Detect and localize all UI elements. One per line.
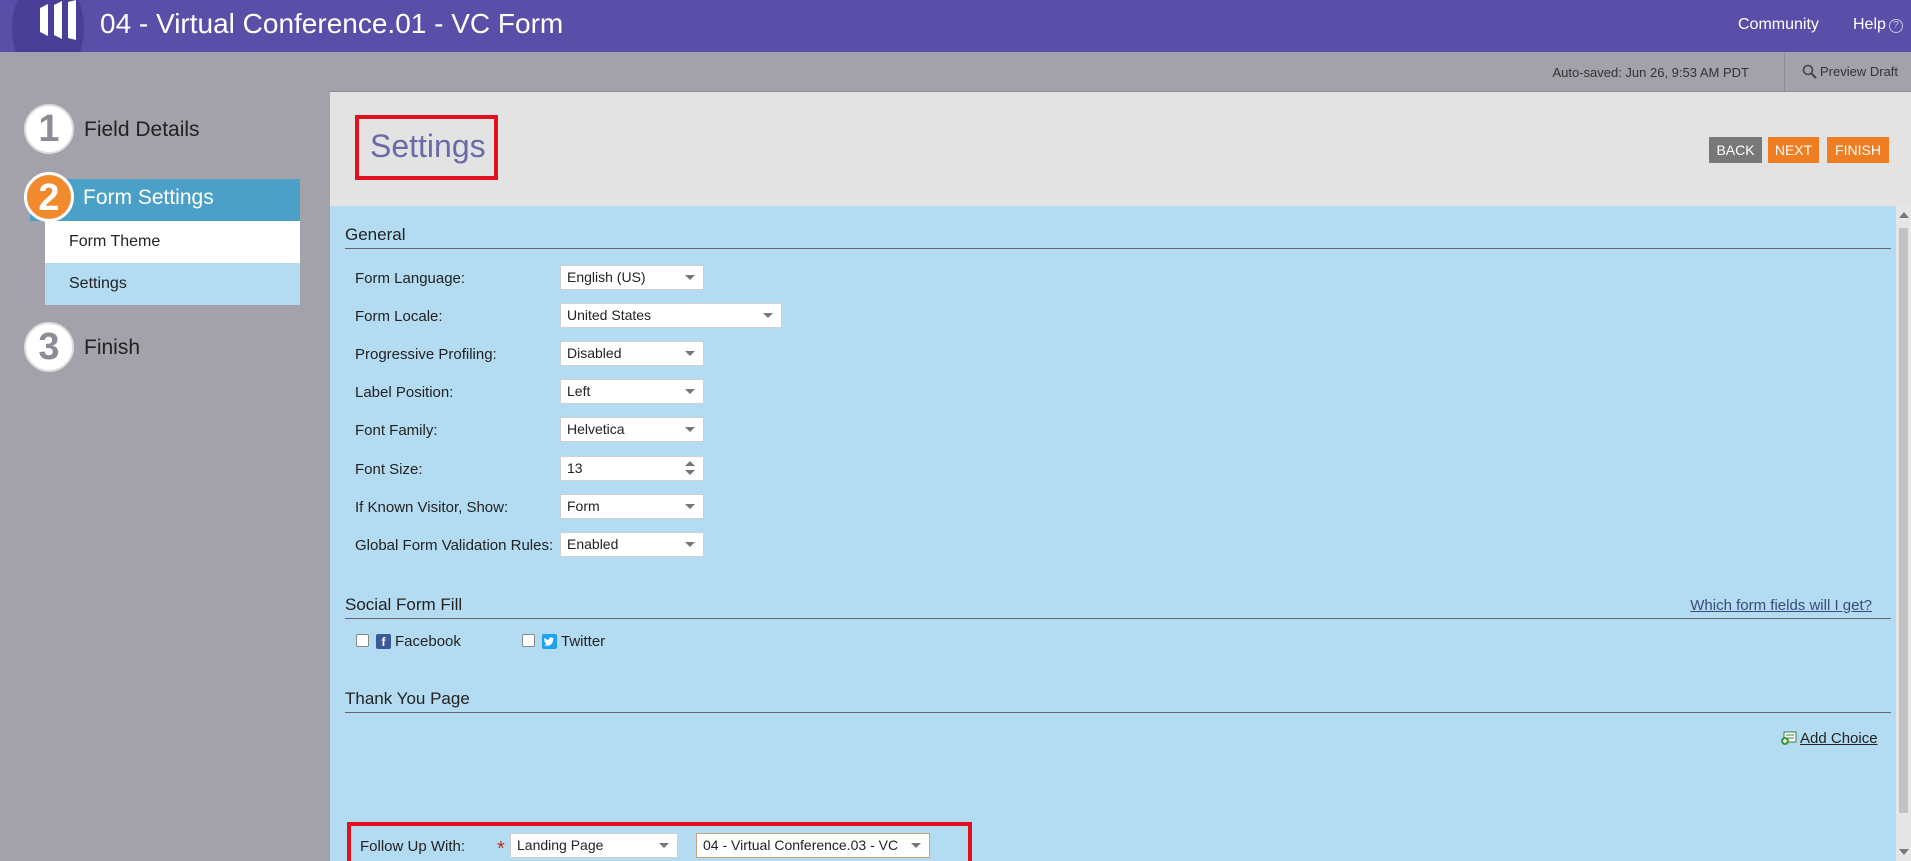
step-label: Form Settings xyxy=(83,186,214,209)
section-title-social: Social Form Fill xyxy=(345,595,463,614)
settings-header: Settings BACK NEXT FINISH xyxy=(330,92,1911,206)
preview-draft-button[interactable]: Preview Draft xyxy=(1784,52,1911,92)
follow-up-target-select[interactable]: 04 - Virtual Conference.03 - VC xyxy=(696,833,930,858)
app-title: 04 - Virtual Conference.01 - VC Form xyxy=(100,8,564,39)
select-value: Landing Page xyxy=(517,837,604,853)
form-language-label: Form Language: xyxy=(355,270,466,287)
facebook-checkbox[interactable] xyxy=(356,634,369,647)
select-value: Enabled xyxy=(567,536,619,552)
back-button[interactable]: BACK xyxy=(1709,137,1762,163)
scroll-thumb[interactable] xyxy=(1899,228,1908,813)
top-header: 04 - Virtual Conference.01 - VC Form Com… xyxy=(0,0,1911,80)
progressive-profiling-label: Progressive Profiling: xyxy=(355,346,497,363)
decrement-icon[interactable] xyxy=(685,470,695,475)
help-icon: ? xyxy=(1888,19,1903,33)
font-size-label: Font Size: xyxy=(355,461,423,478)
select-value: 04 - Virtual Conference.03 - VC xyxy=(703,837,899,853)
known-visitor-label: If Known Visitor, Show: xyxy=(355,499,509,516)
font-family-select[interactable]: Helvetica xyxy=(560,417,704,442)
known-visitor-select[interactable]: Form xyxy=(560,494,704,519)
twitter-checkbox[interactable] xyxy=(522,634,535,647)
stepper-value: 13 xyxy=(567,460,583,476)
community-link[interactable]: Community xyxy=(1738,16,1819,34)
progressive-profiling-select[interactable]: Disabled xyxy=(560,341,704,366)
substep-list: Form Theme Settings xyxy=(45,221,300,305)
scroll-up-icon[interactable] xyxy=(1899,212,1909,218)
twitter-icon xyxy=(542,634,557,649)
scroll-down-icon[interactable] xyxy=(1899,849,1909,855)
add-choice-link[interactable]: Add Choice xyxy=(1800,730,1878,747)
select-value: United States xyxy=(567,307,652,323)
chevron-down-icon xyxy=(763,313,773,318)
step-number: 2 xyxy=(24,172,74,222)
validation-rules-label: Global Form Validation Rules: xyxy=(355,537,554,554)
label-position-label: Label Position: xyxy=(355,384,454,401)
chevron-down-icon xyxy=(685,427,695,432)
facebook-label: Facebook xyxy=(395,633,461,650)
autosave-status: Auto-saved: Jun 26, 9:53 AM PDT xyxy=(1552,65,1749,80)
help-label: Help xyxy=(1853,16,1886,33)
section-divider xyxy=(345,248,1891,249)
next-button[interactable]: NEXT xyxy=(1768,137,1819,163)
step-number: 1 xyxy=(24,104,74,154)
font-family-label: Font Family: xyxy=(355,422,438,439)
content-scrollbar[interactable] xyxy=(1896,206,1911,861)
form-locale-select[interactable]: United States xyxy=(560,303,782,328)
preview-label: Preview Draft xyxy=(1820,64,1899,79)
substep-settings[interactable]: Settings xyxy=(45,263,300,305)
substep-form-theme[interactable]: Form Theme xyxy=(45,221,300,263)
follow-up-label: Follow Up With: xyxy=(360,838,466,855)
settings-content: General Form Language: English (US) Form… xyxy=(330,206,1896,861)
page-title: Settings xyxy=(370,128,486,164)
form-language-select[interactable]: English (US) xyxy=(560,265,704,290)
step-label: Finish xyxy=(84,336,141,359)
select-value: Helvetica xyxy=(567,421,625,437)
chevron-down-icon xyxy=(911,843,921,848)
chevron-down-icon xyxy=(685,275,695,280)
label-position-select[interactable]: Left xyxy=(560,379,704,404)
chevron-down-icon xyxy=(685,389,695,394)
which-fields-link[interactable]: Which form fields will I get? xyxy=(1690,597,1872,614)
select-value: Left xyxy=(567,383,591,399)
logo-bars-icon xyxy=(40,0,76,40)
chevron-down-icon xyxy=(685,542,695,547)
follow-up-type-select[interactable]: Landing Page xyxy=(510,833,678,858)
add-choice-icon[interactable] xyxy=(1780,731,1797,746)
select-value: Disabled xyxy=(567,345,622,361)
validation-rules-select[interactable]: Enabled xyxy=(560,532,704,557)
section-divider xyxy=(345,618,1891,619)
form-locale-label: Form Locale: xyxy=(355,308,443,325)
select-value: English (US) xyxy=(567,269,646,285)
facebook-icon: f xyxy=(376,634,391,649)
main-panel: Auto-saved: Jun 26, 9:53 AM PDT Preview … xyxy=(330,52,1911,861)
step-label: Field Details xyxy=(84,118,200,141)
finish-button[interactable]: FINISH xyxy=(1827,137,1889,163)
section-title-general: General xyxy=(345,225,406,244)
chevron-down-icon xyxy=(685,351,695,356)
chevron-down-icon xyxy=(659,843,669,848)
save-status-bar: Auto-saved: Jun 26, 9:53 AM PDT Preview … xyxy=(330,52,1911,92)
step-number: 3 xyxy=(24,322,74,372)
section-divider xyxy=(345,712,1891,713)
help-link[interactable]: Help? xyxy=(1853,16,1903,34)
font-size-stepper[interactable]: 13 xyxy=(560,456,704,481)
section-title-thankyou: Thank You Page xyxy=(345,689,470,708)
required-indicator: * xyxy=(497,838,505,860)
increment-icon[interactable] xyxy=(685,461,695,466)
select-value: Form xyxy=(567,498,600,514)
chevron-down-icon xyxy=(685,504,695,509)
twitter-label: Twitter xyxy=(561,633,606,650)
search-icon xyxy=(1802,64,1817,79)
